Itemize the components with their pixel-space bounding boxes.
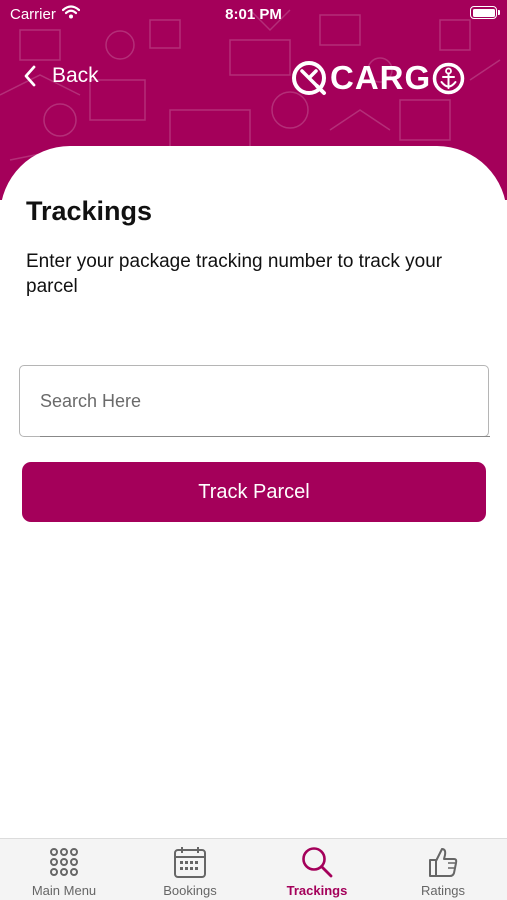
- tab-label: Bookings: [163, 883, 217, 898]
- cargo-logo: CARG: [290, 58, 465, 98]
- thumbs-up-icon: [429, 848, 458, 877]
- tab-main-menu[interactable]: Main Menu: [1, 839, 127, 900]
- search-icon: [302, 847, 333, 878]
- status-time: 8:01 PM: [225, 6, 282, 23]
- tab-label: Ratings: [420, 883, 466, 898]
- anchor-icon: [432, 62, 465, 94]
- back-label: Back: [52, 64, 99, 87]
- back-button[interactable]: Back: [22, 62, 99, 90]
- logo-compass-icon: [292, 61, 326, 95]
- tab-label: Main Menu: [31, 883, 97, 898]
- tab-trackings[interactable]: Trackings: [254, 839, 380, 900]
- tab-ratings[interactable]: Ratings: [380, 839, 506, 900]
- track-parcel-button[interactable]: Track Parcel: [22, 462, 486, 522]
- tracking-search-field[interactable]: [19, 365, 490, 437]
- logo-text: CARG: [330, 59, 432, 96]
- page-subtitle: Enter your package tracking number to tr…: [26, 251, 443, 297]
- tab-bar: Main Menu Bookings Trackings Ratings: [0, 838, 507, 900]
- tab-label: Trackings: [286, 883, 348, 898]
- tab-bookings[interactable]: Bookings: [127, 839, 253, 900]
- grid-icon: [50, 848, 78, 876]
- search-input[interactable]: [40, 366, 470, 436]
- status-bar: Carrier 8:01 PM: [0, 0, 507, 28]
- calendar-icon: [174, 847, 206, 878]
- page-title: Trackings: [26, 196, 153, 226]
- battery-icon: [470, 6, 500, 19]
- chevron-left-icon: [24, 65, 36, 87]
- search-underline: [40, 435, 490, 437]
